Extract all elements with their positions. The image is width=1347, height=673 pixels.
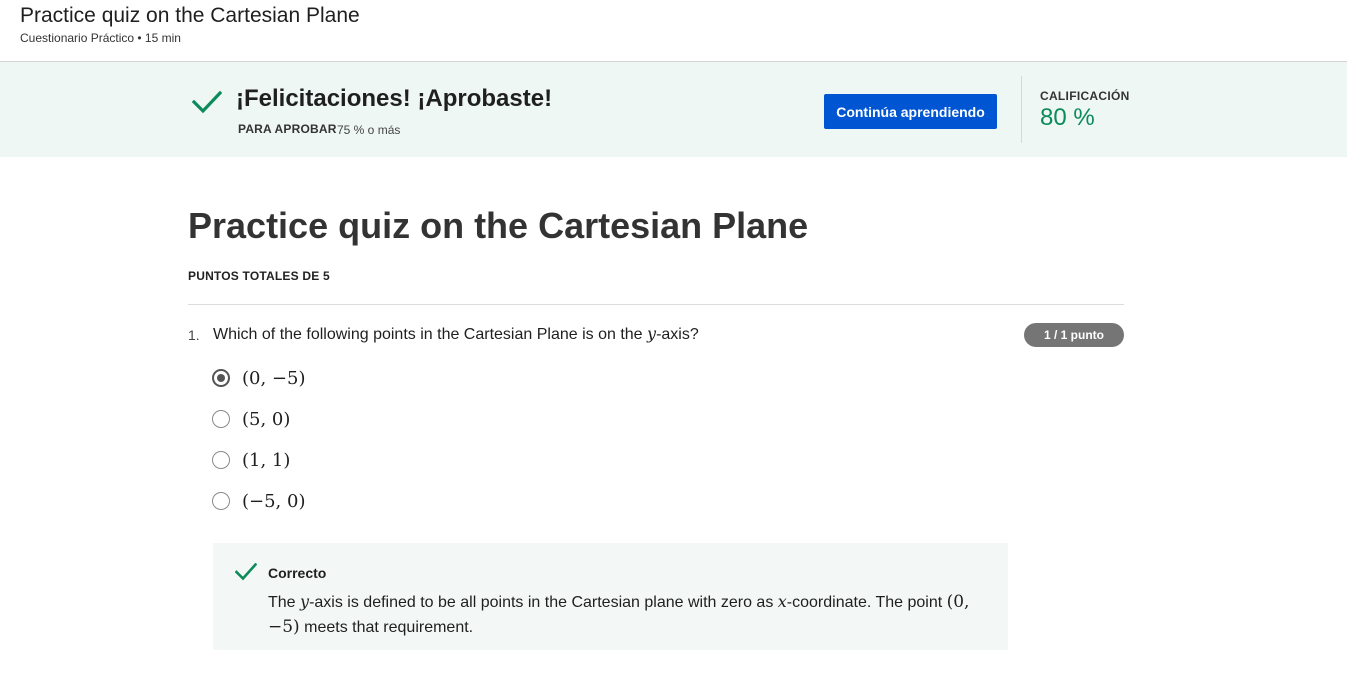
check-icon xyxy=(235,563,257,581)
radio-button[interactable] xyxy=(212,492,230,510)
pass-label: PARA APROBAR xyxy=(238,122,337,136)
question-variable: y xyxy=(647,324,657,343)
answer-option-label: (−5, 0) xyxy=(242,490,306,512)
quiz-title: Practice quiz on the Cartesian Plane xyxy=(188,205,809,246)
answer-option[interactable]: (0, −5) xyxy=(212,366,305,390)
header-subtitle: Cuestionario Práctico • 15 min xyxy=(20,31,181,45)
answer-option[interactable]: (−5, 0) xyxy=(212,489,305,513)
feedback-variable: x xyxy=(777,592,787,611)
question-text: Which of the following points in the Car… xyxy=(213,324,699,344)
congrats-heading: ¡Felicitaciones! ¡Aprobaste! xyxy=(236,85,553,112)
question-score-badge: 1 / 1 punto xyxy=(1024,323,1124,347)
feedback-title: Correcto xyxy=(268,565,327,581)
feedback-text-part: The xyxy=(268,594,301,611)
answer-option[interactable]: (5, 0) xyxy=(212,407,290,431)
question-text-part: -axis? xyxy=(656,326,699,343)
total-points-label: PUNTOS TOTALES DE 5 xyxy=(188,269,330,283)
answer-option-label: (0, −5) xyxy=(242,367,306,389)
radio-button-selected[interactable] xyxy=(212,369,230,387)
check-icon xyxy=(192,90,222,114)
header-title: Practice quiz on the Cartesian Plane xyxy=(20,4,360,27)
top-header: Practice quiz on the Cartesian Plane Cue… xyxy=(0,0,1347,62)
question-number: 1. xyxy=(188,327,200,343)
grade-value: 80 % xyxy=(1040,104,1095,131)
grade-label: CALIFICACIÓN xyxy=(1040,89,1130,103)
question-text-part: Which of the following points in the Car… xyxy=(213,326,648,343)
radio-button[interactable] xyxy=(212,410,230,428)
feedback-text-part: -axis is defined to be all points in the… xyxy=(309,594,778,611)
radio-button[interactable] xyxy=(212,451,230,469)
answer-option[interactable]: (1, 1) xyxy=(212,448,290,472)
feedback-text: The y-axis is defined to be all points i… xyxy=(268,589,988,640)
divider xyxy=(1021,76,1022,143)
answer-option-label: (5, 0) xyxy=(242,408,291,430)
answer-option-label: (1, 1) xyxy=(242,449,291,471)
feedback-variable: y xyxy=(300,592,310,611)
feedback-text-part: meets that requirement. xyxy=(299,619,474,636)
pass-value: 75 % o más xyxy=(337,123,401,137)
continue-learning-button[interactable]: Continúa aprendiendo xyxy=(824,94,997,129)
section-divider xyxy=(188,304,1124,305)
feedback-text-part: -coordinate. The point xyxy=(786,594,947,611)
